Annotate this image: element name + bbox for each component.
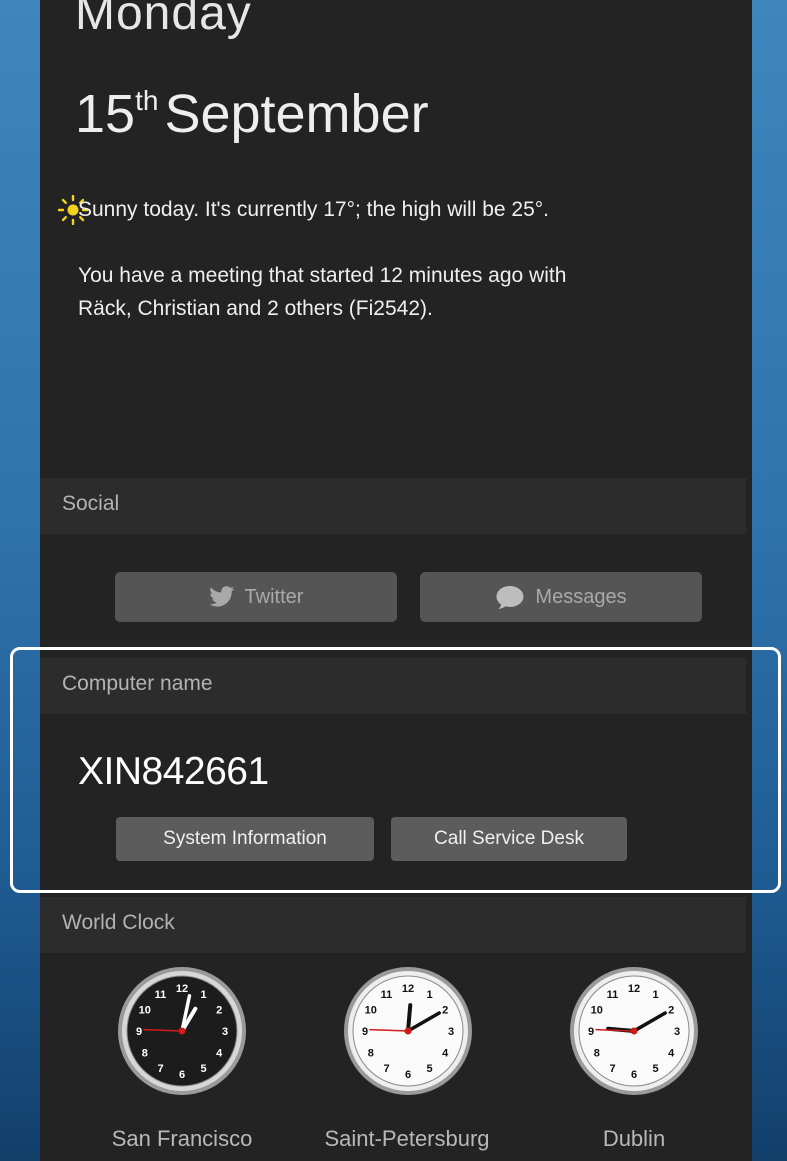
- svg-text:9: 9: [362, 1026, 368, 1038]
- clock-san-francisco: 1 2 3 4 5 6 7 8 9 10 11 12: [116, 965, 248, 1097]
- svg-text:2: 2: [668, 1005, 674, 1017]
- svg-text:11: 11: [607, 989, 619, 1001]
- svg-text:3: 3: [222, 1026, 228, 1038]
- date-heading: 15th September: [75, 84, 429, 144]
- svg-text:9: 9: [588, 1026, 594, 1038]
- messages-label: Messages: [535, 585, 627, 608]
- svg-text:2: 2: [442, 1005, 448, 1017]
- svg-text:1: 1: [426, 989, 432, 1001]
- svg-text:7: 7: [157, 1063, 163, 1075]
- svg-text:4: 4: [216, 1048, 223, 1060]
- highlight-frame: [10, 647, 781, 893]
- svg-text:2: 2: [216, 1005, 222, 1017]
- svg-text:8: 8: [142, 1048, 148, 1060]
- svg-text:11: 11: [155, 989, 167, 1001]
- city-label-dublin: Dublin: [602, 1126, 666, 1151]
- svg-text:5: 5: [200, 1063, 206, 1075]
- social-title: Social: [62, 492, 120, 515]
- svg-text:3: 3: [448, 1026, 454, 1038]
- twitter-label: Twitter: [244, 585, 304, 608]
- svg-text:12: 12: [628, 983, 640, 995]
- svg-text:9: 9: [136, 1026, 142, 1038]
- svg-text:6: 6: [179, 1069, 185, 1081]
- svg-text:10: 10: [365, 1005, 377, 1017]
- svg-text:4: 4: [442, 1048, 449, 1060]
- svg-text:10: 10: [591, 1005, 603, 1017]
- meeting-summary: You have a meeting that started 12 minut…: [78, 264, 567, 320]
- twitter-button[interactable]: Twitter: [115, 572, 397, 622]
- social-section-header: Social: [40, 478, 746, 534]
- svg-text:8: 8: [594, 1048, 600, 1060]
- analog-clock-icon: 1234567891011 12: [570, 967, 698, 1095]
- svg-text:6: 6: [631, 1069, 637, 1081]
- svg-text:5: 5: [426, 1063, 432, 1075]
- world-clock-section-header: World Clock: [40, 897, 746, 953]
- day-of-week: Monday: [75, 0, 252, 40]
- svg-text:11: 11: [381, 989, 393, 1001]
- svg-text:1: 1: [200, 989, 206, 1001]
- svg-text:7: 7: [383, 1063, 389, 1075]
- svg-text:12: 12: [402, 983, 414, 995]
- svg-text:4: 4: [668, 1048, 675, 1060]
- svg-text:12: 12: [176, 983, 188, 995]
- svg-text:10: 10: [139, 1005, 151, 1017]
- twitter-bird-icon: [208, 586, 234, 607]
- speech-bubble-icon: [496, 586, 524, 609]
- svg-text:1: 1: [652, 989, 658, 1001]
- analog-clock-icon: 1234567891011 12: [344, 967, 472, 1095]
- city-label-saint-petersburg: Saint-Petersburg: [324, 1126, 490, 1151]
- svg-text:8: 8: [368, 1048, 374, 1060]
- analog-clock-icon: 1234567891011 12: [118, 967, 246, 1095]
- svg-text:6: 6: [405, 1069, 411, 1081]
- clock-saint-petersburg: 1 2 3 4 5 6 7 8 9 10 11 12: [342, 965, 474, 1097]
- svg-text:7: 7: [609, 1063, 615, 1075]
- svg-text:5: 5: [652, 1063, 658, 1075]
- clock-dublin: 1 2 3 4 5 6 7 8 9 10 11 12: [568, 965, 700, 1097]
- svg-text:3: 3: [674, 1026, 680, 1038]
- messages-button[interactable]: Messages: [420, 572, 702, 622]
- world-clock-title: World Clock: [62, 911, 175, 934]
- today-summary: Sunny today. It's currently 17°; the hig…: [78, 193, 618, 358]
- city-label-san-francisco: San Francisco: [111, 1126, 253, 1151]
- weather-summary: Sunny today. It's currently 17°; the hig…: [78, 198, 550, 221]
